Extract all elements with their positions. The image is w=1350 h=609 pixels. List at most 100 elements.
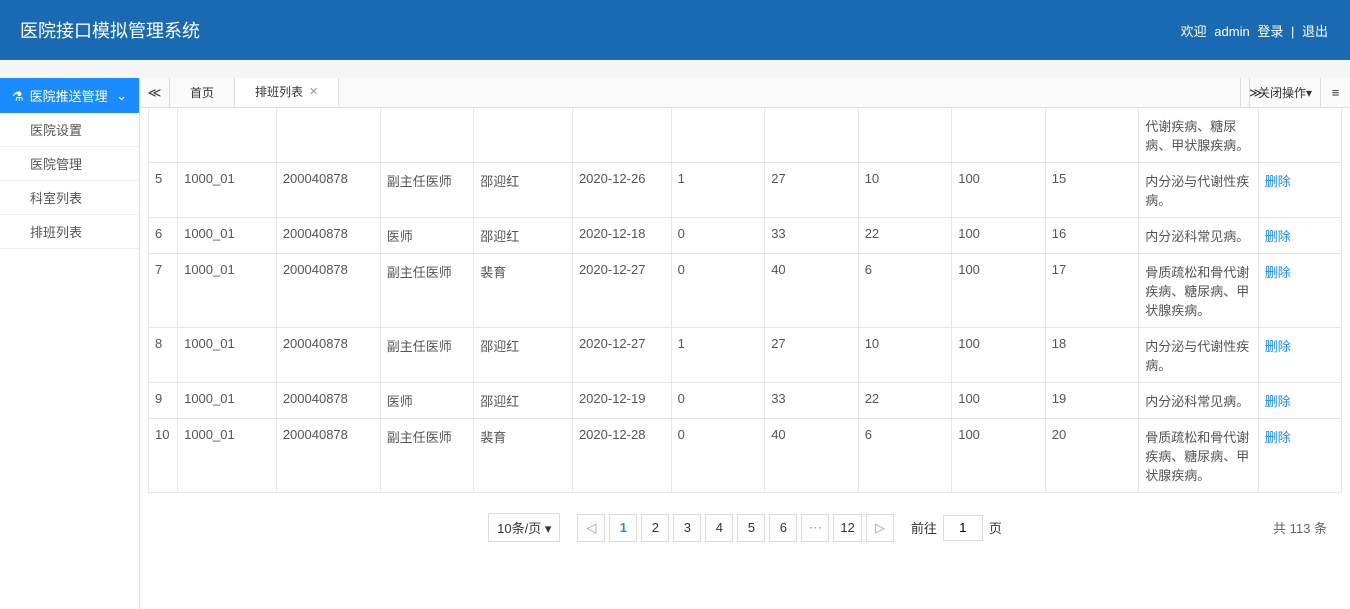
cell: 邵迎红	[474, 328, 573, 383]
page-more[interactable]: ⋯	[801, 514, 829, 542]
cell: 22	[858, 218, 952, 254]
cell: 100	[952, 218, 1046, 254]
cell	[1045, 108, 1139, 163]
tab-home[interactable]: 首页	[170, 78, 235, 107]
cell: 内分泌科常见病。	[1139, 383, 1259, 419]
page-jump-input[interactable]	[943, 515, 983, 541]
cell: 15	[1045, 163, 1139, 218]
cell: 200040878	[276, 254, 380, 328]
close-ops-label: 关闭操作	[1258, 84, 1306, 101]
page-next[interactable]: ▷	[866, 514, 894, 542]
cell: 1000_01	[178, 419, 277, 493]
cell: 10	[149, 419, 178, 493]
jump-label: 前往	[911, 518, 937, 537]
cell: 2020-12-19	[572, 383, 671, 419]
tabs-bar: ≪ 首页 排班列表 ✕ ≫ 关闭操作▾ ≡	[140, 78, 1350, 108]
cell: 22	[858, 383, 952, 419]
cell: 1	[671, 163, 765, 218]
cell: 6	[858, 254, 952, 328]
page-last[interactable]: 12	[833, 514, 861, 542]
table-row: 51000_01200040878副主任医师邵迎红2020-12-2612710…	[149, 163, 1342, 218]
cell: 10	[858, 328, 952, 383]
welcome-text: 欢迎	[1181, 24, 1207, 39]
page-number[interactable]: 6	[769, 514, 797, 542]
cell-op: 删除	[1258, 254, 1341, 328]
page-size-label: 10条/页	[497, 521, 541, 536]
sidebar-item-hospital-manage[interactable]: 医院管理	[0, 147, 139, 181]
cell-idx	[149, 108, 178, 163]
top-header: 医院接口模拟管理系统 欢迎 admin 登录 | 退出	[0, 0, 1350, 60]
page-number[interactable]: 1	[609, 514, 637, 542]
cell: 2020-12-26	[572, 163, 671, 218]
cell: 6	[149, 218, 178, 254]
cell	[572, 108, 671, 163]
tab-schedule-list[interactable]: 排班列表 ✕	[235, 78, 339, 107]
cell: 1000_01	[178, 163, 277, 218]
caret-down-icon: ▾	[1306, 86, 1312, 100]
sidebar: ⚗医院推送管理 ⌄ 医院设置 医院管理 科室列表 排班列表	[0, 78, 140, 609]
sidebar-item-schedule-list[interactable]: 排班列表	[0, 215, 139, 249]
cell: 100	[952, 419, 1046, 493]
cell: 内分泌科常见病。	[1139, 218, 1259, 254]
content-area: 代谢疾病、糖尿病、甲状腺疾病。 51000_01200040878副主任医师邵迎…	[140, 108, 1350, 609]
sidebar-item-hospital-settings[interactable]: 医院设置	[0, 113, 139, 147]
cell: 7	[149, 254, 178, 328]
cell-op: 删除	[1258, 419, 1341, 493]
cell: 1000_01	[178, 218, 277, 254]
delete-link[interactable]: 删除	[1265, 265, 1291, 280]
cell: 医师	[380, 383, 474, 419]
cell-desc: 代谢疾病、糖尿病、甲状腺疾病。	[1139, 108, 1259, 163]
table-row: 91000_01200040878医师邵迎红2020-12-1903322100…	[149, 383, 1342, 419]
cell: 邵迎红	[474, 163, 573, 218]
page-number[interactable]: 3	[673, 514, 701, 542]
tabs-close-operations[interactable]: 关闭操作▾	[1249, 78, 1320, 107]
delete-link[interactable]: 删除	[1265, 430, 1291, 445]
delete-link[interactable]: 删除	[1265, 394, 1291, 409]
cell: 18	[1045, 328, 1139, 383]
page-prev[interactable]: ◁	[577, 514, 605, 542]
cell	[858, 108, 952, 163]
schedule-table: 代谢疾病、糖尿病、甲状腺疾病。 51000_01200040878副主任医师邵迎…	[148, 108, 1342, 493]
cell: 1	[671, 328, 765, 383]
page-size-select[interactable]: 10条/页 ▾	[488, 513, 560, 542]
delete-link[interactable]: 删除	[1265, 229, 1291, 244]
cell: 1000_01	[178, 328, 277, 383]
page-number[interactable]: 2	[641, 514, 669, 542]
cell: 副主任医师	[380, 163, 474, 218]
cell: 副主任医师	[380, 328, 474, 383]
sidebar-item-department-list[interactable]: 科室列表	[0, 181, 139, 215]
cell-op: 删除	[1258, 163, 1341, 218]
flask-icon: ⚗	[12, 89, 24, 104]
page-number[interactable]: 4	[705, 514, 733, 542]
delete-link[interactable]: 删除	[1265, 174, 1291, 189]
logout-link[interactable]: 退出	[1302, 24, 1328, 39]
cell: 骨质疏松和骨代谢疾病、糖尿病、甲状腺疾病。	[1139, 419, 1259, 493]
table-row: 代谢疾病、糖尿病、甲状腺疾病。	[149, 108, 1342, 163]
cell: 200040878	[276, 328, 380, 383]
cell: 8	[149, 328, 178, 383]
cell: 医师	[380, 218, 474, 254]
tab-label: 排班列表	[255, 83, 303, 100]
delete-link[interactable]: 删除	[1265, 339, 1291, 354]
cell: 副主任医师	[380, 254, 474, 328]
tabs-menu-button[interactable]: ≡	[1320, 78, 1350, 107]
cell	[380, 108, 474, 163]
cell-op	[1258, 108, 1341, 163]
page-number[interactable]: 5	[737, 514, 765, 542]
table-row: 81000_01200040878副主任医师邵迎红2020-12-2712710…	[149, 328, 1342, 383]
cell: 10	[858, 163, 952, 218]
cell	[671, 108, 765, 163]
cell: 40	[765, 419, 859, 493]
double-chevron-left-icon: ≪	[148, 85, 162, 101]
cell: 骨质疏松和骨代谢疾病、糖尿病、甲状腺疾病。	[1139, 254, 1259, 328]
cell: 200040878	[276, 163, 380, 218]
divider: |	[1291, 24, 1294, 39]
tabs-scroll-left[interactable]: ≪	[140, 78, 170, 107]
cell: 16	[1045, 218, 1139, 254]
close-icon[interactable]: ✕	[309, 85, 318, 98]
cell: 2020-12-27	[572, 254, 671, 328]
cell: 内分泌与代谢性疾病。	[1139, 163, 1259, 218]
cell: 20	[1045, 419, 1139, 493]
sidebar-group-header[interactable]: ⚗医院推送管理 ⌄	[0, 78, 139, 113]
cell: 9	[149, 383, 178, 419]
